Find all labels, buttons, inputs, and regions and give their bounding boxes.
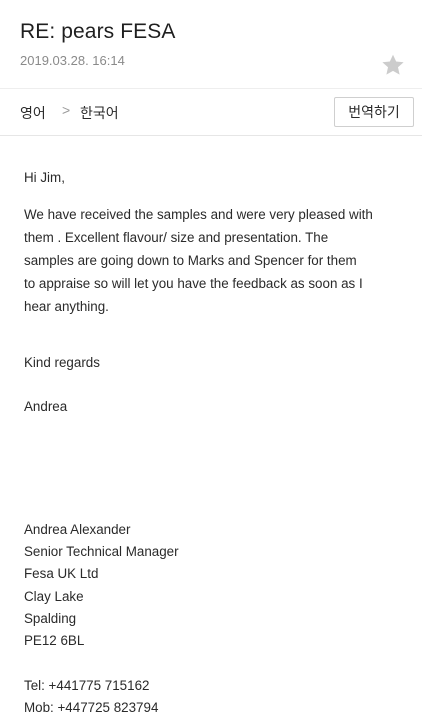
chevron-right-icon: > — [62, 102, 71, 118]
body-line-2: them . Excellent flavour/ size and prese… — [24, 230, 329, 245]
body-line-1: We have received the samples and were ve… — [24, 207, 373, 222]
body-line-4: to appraise so will let you have the fee… — [24, 276, 363, 291]
email-body: Hi Jim, We have received the samples and… — [0, 137, 422, 725]
body-line-3: samples are going down to Marks and Spen… — [24, 253, 357, 268]
body-line-5: hear anything. — [24, 299, 109, 314]
translate-button[interactable]: 번역하기 — [334, 97, 414, 127]
translate-bar: 영어 > 한국어 번역하기 — [0, 88, 422, 136]
star-icon-svg — [382, 54, 404, 75]
email-header: RE: pears FESA 2019.03.28. 16:14 — [0, 0, 422, 88]
target-language[interactable]: 한국어 — [80, 103, 119, 123]
signature-name: Andrea Alexander — [24, 522, 131, 537]
signature-postcode: PE12 6BL — [24, 633, 85, 648]
signature-tel[interactable]: Tel: +441775 715162 — [24, 678, 149, 693]
signature-address-line1: Clay Lake — [24, 589, 84, 604]
email-subject: RE: pears FESA — [20, 20, 176, 43]
greeting: Hi Jim, — [24, 170, 65, 185]
email-view-screen: RE: pears FESA 2019.03.28. 16:14 영어 > 한국… — [0, 0, 422, 725]
signature-mob[interactable]: Mob: +447725 823794 — [24, 700, 158, 715]
sender-short-name: Andrea — [24, 399, 68, 414]
signature-company: Fesa UK Ltd — [24, 566, 99, 581]
signature-address-line2: Spalding — [24, 611, 77, 626]
star-icon[interactable] — [380, 52, 406, 78]
closing: Kind regards — [24, 355, 100, 370]
email-date: 2019.03.28. 16:14 — [20, 53, 125, 68]
signature-title: Senior Technical Manager — [24, 544, 179, 559]
source-language[interactable]: 영어 — [20, 103, 46, 123]
